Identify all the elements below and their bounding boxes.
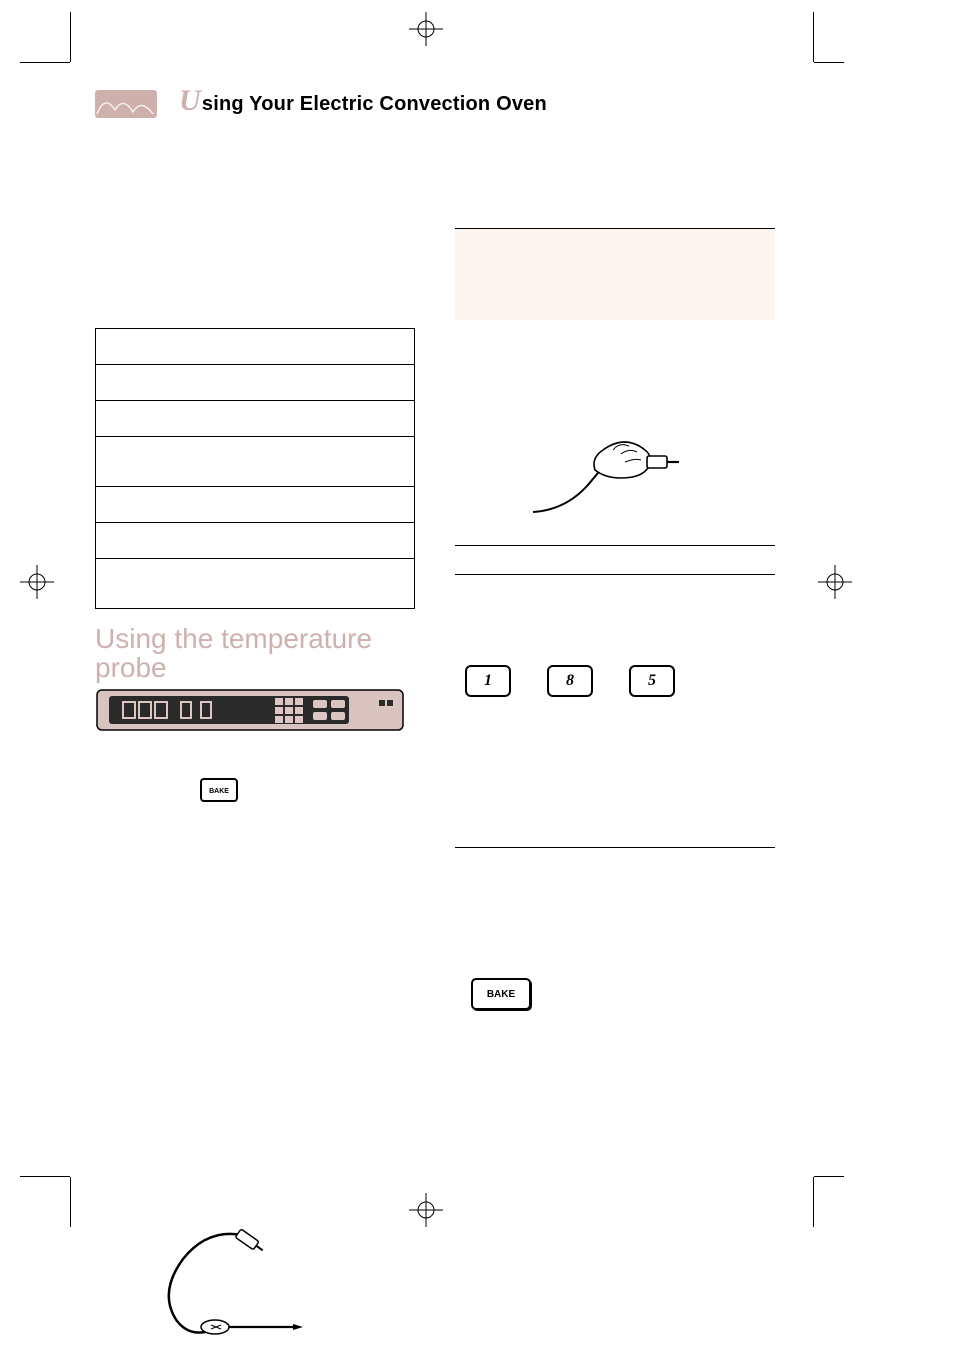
divider [455, 574, 775, 575]
list-item: . [115, 909, 415, 949]
highlight-box [455, 228, 775, 320]
page-header: Using Your Electric Convection Oven [95, 84, 775, 118]
temperature-probe-illustration [155, 1229, 415, 1354]
table-row [96, 401, 414, 437]
section-heading: Using the temperature probe [95, 625, 415, 682]
table-row [96, 523, 414, 559]
list-item: . [475, 906, 775, 924]
brand-logo-icon [95, 90, 157, 118]
divider [455, 545, 775, 546]
temperature-table [95, 328, 415, 609]
control-panel-illustration [95, 688, 405, 749]
table-row [96, 487, 414, 523]
bake-button-illustration: BAKE [471, 978, 531, 1010]
crop-mark [20, 62, 70, 63]
registration-mark-icon [409, 12, 443, 46]
page-title: Using Your Electric Convection Oven [179, 84, 547, 118]
table-row [96, 437, 414, 487]
table-row [96, 559, 414, 609]
list-item: . [475, 888, 775, 906]
divider [455, 847, 775, 848]
crop-mark [20, 1176, 70, 1177]
keypad-key-1: 1 [465, 665, 511, 697]
crop-mark [814, 62, 844, 63]
instruction-bullets-left: . . [95, 869, 415, 949]
list-item: . [475, 924, 775, 942]
list-item: . [115, 869, 415, 909]
keypad-example: 1 8 5 [465, 665, 775, 697]
registration-mark-icon [20, 565, 54, 599]
crop-mark [814, 1176, 844, 1177]
crop-mark [813, 1177, 814, 1227]
crop-mark [70, 12, 71, 62]
keypad-key-8: 8 [547, 665, 593, 697]
registration-mark-icon [818, 565, 852, 599]
bake-key-callout: BAKE [200, 778, 238, 802]
crop-mark [70, 1177, 71, 1227]
keypad-key-5: 5 [629, 665, 675, 697]
title-drop-cap: U [179, 84, 201, 117]
table-row [96, 365, 414, 401]
crop-mark [813, 12, 814, 62]
title-text: sing Your Electric Convection Oven [202, 93, 547, 115]
hand-plug-probe-illustration [525, 420, 775, 525]
instruction-bullets-right: . . . [455, 888, 775, 942]
table-row [96, 329, 414, 365]
